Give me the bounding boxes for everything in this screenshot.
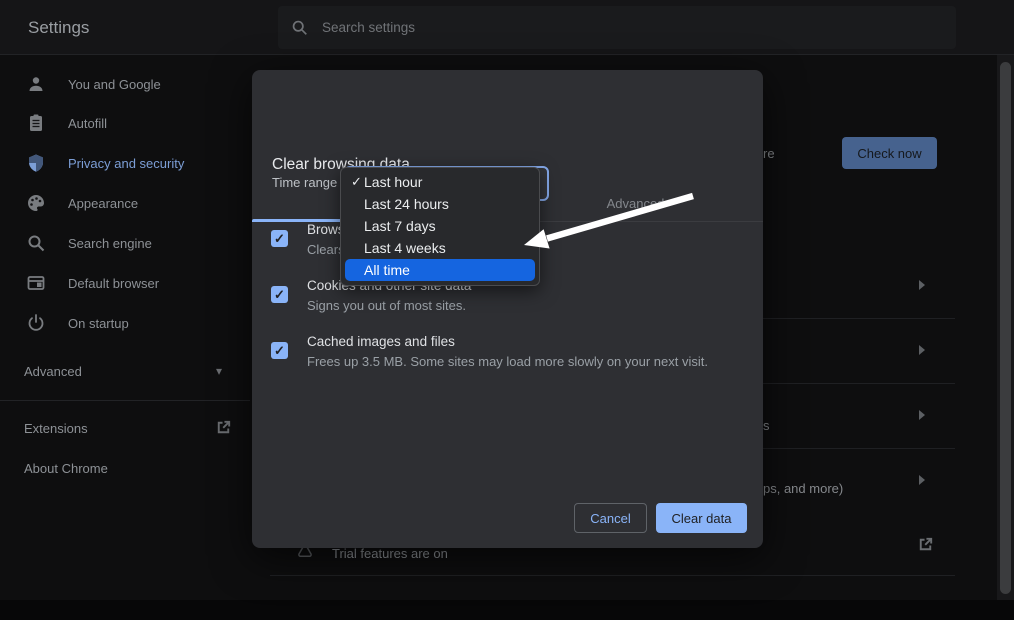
sidebar-item-label: You and Google [68,77,161,92]
row-subtitle-browsing-history: Clears [307,242,345,257]
advanced-label: Advanced [24,364,82,379]
sidebar-item-search-engine[interactable]: Search engine [0,223,250,263]
dropdown-option-last-4-weeks[interactable]: Last 4 weeks [345,237,535,259]
checkbox-browsing-history[interactable]: ✓ [271,230,288,247]
dropdown-option-last-7-days[interactable]: Last 7 days [345,215,535,237]
clear-browsing-data-dialog: Clear browsing data Basic Advanced Time … [252,70,763,548]
chevron-right-icon [916,409,928,421]
window-icon [26,273,46,293]
person-icon [26,74,46,94]
chevron-right-icon [916,344,928,356]
row-title-cached-images: Cached images and files [307,334,455,349]
sidebar-divider [0,400,250,401]
checkbox-cookies[interactable]: ✓ [271,286,288,303]
row-title-browsing-history: Brows [307,222,345,237]
time-range-dropdown-menu: ✓ Last hour Last 24 hours Last 7 days La… [340,167,540,286]
row-subtitle-cookies: Signs you out of most sites. [307,298,466,313]
sidebar-item-label: Autofill [68,116,107,131]
bottom-strip [0,600,1014,620]
sidebar-item-extensions[interactable]: Extensions [0,410,250,446]
check-now-button[interactable]: Check now [842,137,937,169]
sidebar-item-label: Privacy and security [68,156,184,171]
about-chrome-label: About Chrome [24,461,108,476]
power-icon [26,313,46,333]
sidebar-item-label: Search engine [68,236,152,251]
sidebar-item-about-chrome[interactable]: About Chrome [0,450,250,486]
external-link-icon [214,418,233,437]
sidebar-item-autofill[interactable]: Autofill [0,103,250,143]
search-icon [291,19,308,36]
chrome-settings-page: Settings Search settings You and Google … [0,0,1014,620]
palette-icon [26,193,46,213]
page-title: Settings [28,0,89,55]
site-settings-text-fragment: s [763,418,770,433]
sidebar-item-label: Appearance [68,196,138,211]
sidebar-item-appearance[interactable]: Appearance [0,183,250,223]
clipboard-icon [26,113,46,133]
card-bottom-border [270,575,955,576]
dropdown-option-all-time[interactable]: All time [345,259,535,281]
checkbox-cached-images[interactable]: ✓ [271,342,288,359]
extensions-label: Extensions [24,421,88,436]
popups-text-fragment: ps, and more) [763,481,843,496]
cancel-button[interactable]: Cancel [574,503,647,533]
sidebar-item-you-and-google[interactable]: You and Google [0,64,250,104]
sidebar-item-default-browser[interactable]: Default browser [0,263,250,303]
row-subtitle-cached-images: Frees up 3.5 MB. Some sites may load mor… [307,354,708,369]
checkmark-icon: ✓ [351,171,365,193]
search-input-placeholder[interactable]: Search settings [322,0,415,55]
sidebar-item-label: On startup [68,316,129,331]
external-link-icon[interactable] [916,535,935,554]
chevron-right-icon [916,279,928,291]
dropdown-option-last-24-hours[interactable]: Last 24 hours [345,193,535,215]
shield-icon [26,153,46,173]
sidebar-item-on-startup[interactable]: On startup [0,303,250,343]
scrollbar-thumb[interactable] [1000,62,1011,594]
sidebar-item-label: Default browser [68,276,159,291]
time-range-label: Time range [272,175,337,190]
dropdown-option-last-hour[interactable]: ✓ Last hour [345,171,535,193]
sidebar-advanced-toggle[interactable]: Advanced [0,353,250,389]
trial-features-label: Trial features are on [332,546,448,561]
clear-data-button[interactable]: Clear data [656,503,747,533]
sidebar-item-privacy-and-security[interactable]: Privacy and security [0,143,250,183]
chevron-right-icon [916,474,928,486]
chevron-down-icon: ▾ [216,353,222,389]
magnifier-icon [26,233,46,253]
